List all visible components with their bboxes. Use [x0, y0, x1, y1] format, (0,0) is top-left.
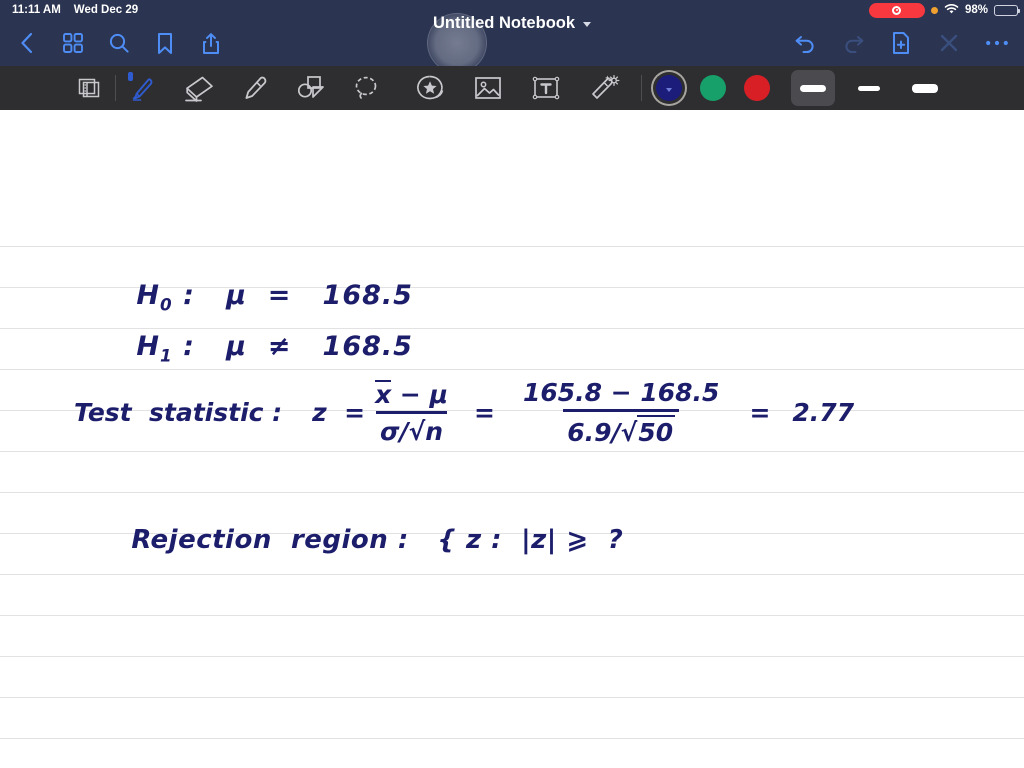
tool-bar [0, 66, 1024, 110]
battery-icon [994, 4, 1020, 16]
formula-fraction-z: x − μ σ/√n [371, 379, 452, 446]
sticker-tool[interactable] [409, 69, 451, 107]
z-value-result: 2.77 [792, 398, 855, 427]
more-options-button[interactable] [984, 30, 1010, 56]
handwriting-line-rejection-region: Rejection region : { z : |z| ⩾ ? [74, 495, 623, 585]
equals-sign-2: = [749, 398, 771, 427]
status-bar-time: 11:11 AM [12, 4, 61, 16]
close-button[interactable] [936, 30, 962, 56]
text-tool[interactable] [525, 69, 567, 107]
bookmark-button[interactable] [152, 30, 178, 56]
toolbar-divider-colors [641, 75, 642, 101]
lasso-tool[interactable] [345, 69, 387, 107]
stroke-width-medium-bar [858, 85, 880, 91]
rejection-region-text: Rejection region : { z : |z| ⩾ ? [131, 525, 624, 555]
page-layers-tool[interactable] [68, 69, 110, 107]
redo-button[interactable] [840, 30, 866, 56]
new-page-button[interactable] [888, 30, 914, 56]
h-alt-label: H [136, 331, 161, 362]
color-swatch-red[interactable] [744, 75, 770, 101]
x-bar-symbol: x [375, 379, 392, 409]
color-swatch-green[interactable] [700, 75, 726, 101]
eraser-tool[interactable] [177, 69, 219, 107]
shapes-tool[interactable] [289, 69, 331, 107]
chevron-down-icon-color [666, 87, 672, 92]
notability-app-window: 11:11 AM Wed Dec 29 98% Untitled Noteboo… [0, 0, 1024, 768]
battery-percent-label: 98% [964, 4, 988, 16]
ruled-line [0, 615, 1024, 616]
formula-numerator-values: 165.8 − 168.5 [522, 378, 720, 407]
document-title-button[interactable]: Untitled Notebook [432, 13, 592, 33]
pen-selected-badge [128, 72, 133, 81]
stroke-width-thin[interactable] [903, 70, 947, 106]
status-bar-right: 98% [868, 2, 1020, 18]
stroke-width-thin-bar [912, 83, 938, 93]
ruled-line [0, 697, 1024, 698]
status-bar-left: 11:11 AM Wed Dec 29 [12, 4, 138, 16]
pen-tool[interactable] [121, 69, 163, 107]
share-button[interactable] [198, 30, 224, 56]
h-alt-rest: : μ ≠ 168.5 [172, 331, 413, 362]
chevron-down-icon[interactable] [583, 22, 592, 27]
toolbar-divider [115, 75, 116, 101]
page-title: Untitled Notebook [432, 13, 576, 32]
stroke-width-thick[interactable] [791, 70, 835, 106]
note-canvas[interactable]: H0 : μ = 168.5 H1 : μ ≠ 168.5 Test stati… [0, 110, 1024, 768]
ruled-line [0, 246, 1024, 247]
formula-fraction-values: 165.8 − 168.5 6.9/√50 [519, 378, 724, 447]
formula-numerator-symbolic: x − μ [371, 379, 452, 411]
sigma-value: 6.9/ [567, 418, 621, 447]
formula-denominator-symbolic: σ/√n [375, 410, 448, 446]
equals-sign-1: = [473, 398, 495, 427]
highlighter-tool[interactable] [233, 69, 275, 107]
h-alt-subscript: 1 [160, 345, 173, 366]
wifi-icon [944, 3, 959, 18]
undo-button[interactable] [792, 30, 818, 56]
search-button[interactable] [106, 30, 132, 56]
navigation-bar-left [14, 30, 224, 56]
magic-wand-tool[interactable] [583, 69, 625, 107]
record-icon[interactable] [868, 2, 925, 18]
ruled-line [0, 492, 1024, 493]
stroke-width-thick-bar [800, 84, 826, 92]
navigation-bar-right [792, 30, 1010, 56]
ruled-line [0, 656, 1024, 657]
minus-mu: − μ [391, 379, 448, 409]
back-button[interactable] [14, 30, 40, 56]
color-swatch-navy[interactable] [656, 75, 682, 101]
microphone-in-use-indicator [930, 6, 938, 14]
formula-denominator-values: 6.9/√50 [563, 409, 680, 447]
sqrt-50: √50 [621, 415, 676, 447]
library-grid-button[interactable] [60, 30, 86, 56]
test-statistic-label: Test statistic : [74, 398, 283, 427]
ruled-line [0, 738, 1024, 739]
stroke-width-medium[interactable] [847, 70, 891, 106]
test-statistic-z: z = [312, 398, 366, 427]
ruled-line [0, 451, 1024, 452]
status-bar-date: Wed Dec 29 [73, 4, 139, 16]
image-tool[interactable] [467, 69, 509, 107]
handwriting-line-test-statistic: Test statistic : z = x − μ σ/√n = 165.8 … [74, 378, 854, 447]
